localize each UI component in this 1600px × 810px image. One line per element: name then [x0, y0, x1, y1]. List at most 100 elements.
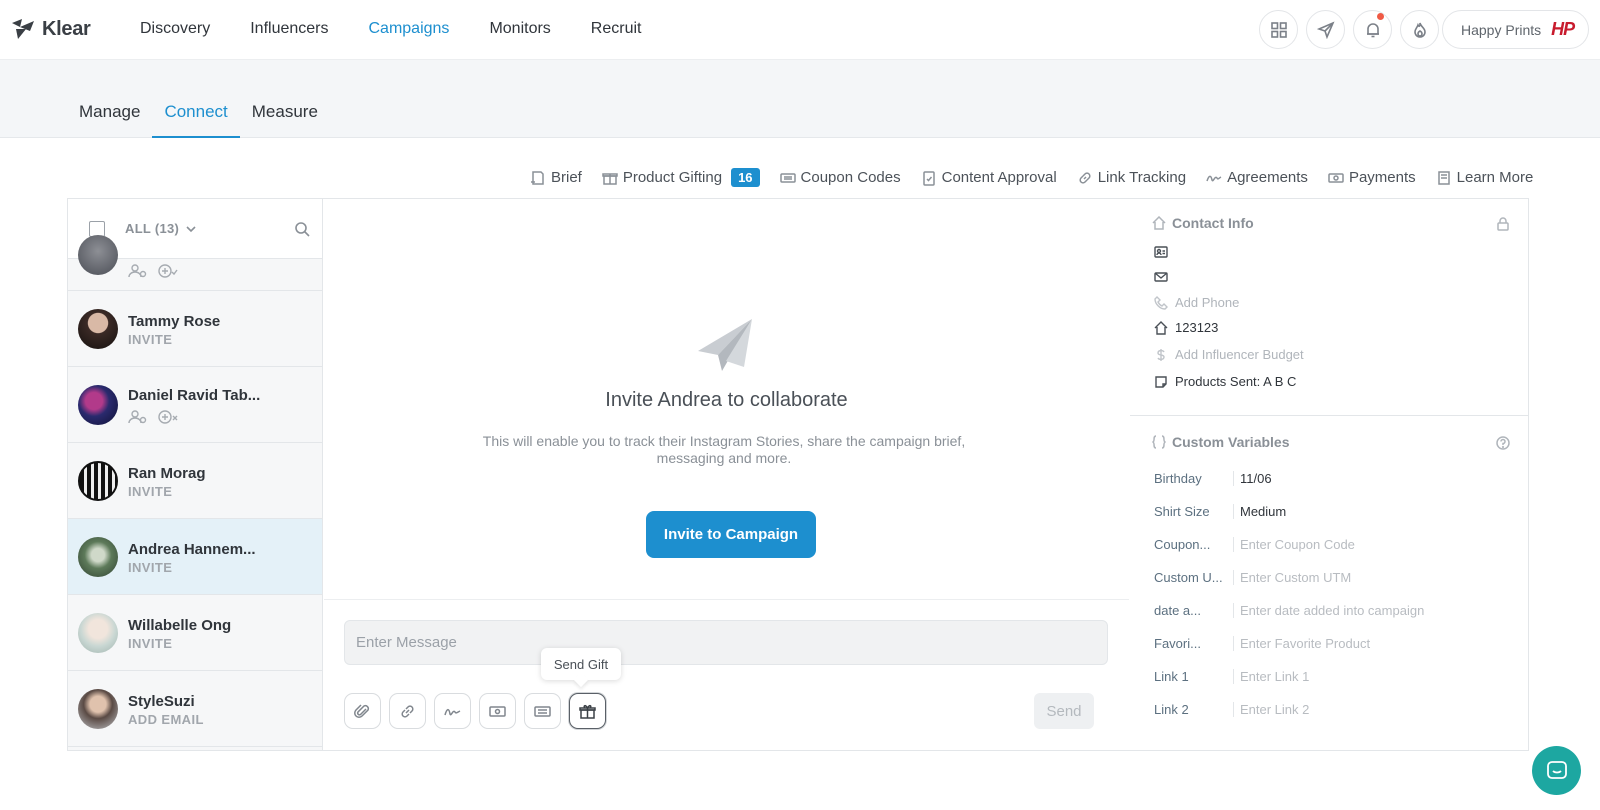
payments-link[interactable]: Payments [1328, 169, 1416, 186]
add-budget-label: Add Influencer Budget [1175, 347, 1304, 362]
dollar-icon [1157, 348, 1165, 361]
activity-button[interactable] [1400, 10, 1439, 49]
influencer-name: Willabelle Ong [128, 617, 232, 634]
learn-more-link[interactable]: Learn More [1436, 169, 1534, 186]
phone-icon [1154, 295, 1168, 310]
list-item[interactable]: StyleSuzi ADD EMAIL [68, 671, 322, 747]
contact-info-title: Contact Info [1172, 215, 1254, 231]
custom-var-placeholder: Enter Link 2 [1240, 702, 1310, 717]
list-item[interactable]: Tammy Rose INVITE [68, 291, 322, 367]
list-item[interactable]: Ran Morag INVITE [68, 443, 322, 519]
custom-variables-title: Custom Variables [1172, 434, 1290, 450]
book-icon [1437, 170, 1450, 185]
message-input[interactable] [344, 620, 1108, 665]
add-phone-label: Add Phone [1175, 295, 1240, 310]
klear-logo[interactable]: Klear [10, 17, 91, 41]
clipboard-check-icon [922, 170, 935, 186]
custom-var-row[interactable]: Coupon... Enter Coupon Code [1154, 537, 1514, 552]
apps-button[interactable] [1259, 10, 1298, 49]
nav-recruit[interactable]: Recruit [591, 20, 642, 38]
nav-influencers[interactable]: Influencers [250, 20, 328, 38]
learn-more-label: Learn More [1456, 169, 1534, 186]
invite-description: This will enable you to track their Inst… [482, 433, 966, 466]
insert-link-button[interactable] [389, 693, 426, 729]
signature-icon [1206, 175, 1222, 181]
custom-var-label: Link 1 [1154, 669, 1234, 684]
nav-discovery[interactable]: Discovery [140, 20, 210, 38]
send-button[interactable]: Send [1034, 693, 1094, 729]
address-row[interactable]: 123123 [1154, 320, 1218, 335]
filter-dropdown[interactable]: ALL (13) [125, 221, 179, 236]
coupon-button[interactable] [524, 693, 561, 729]
custom-var-value: Medium [1240, 504, 1287, 519]
influencer-status: INVITE [128, 636, 173, 651]
link-tracking-label: Link Tracking [1097, 169, 1187, 186]
notifications-button[interactable] [1353, 10, 1392, 49]
outreach-button[interactable] [1306, 10, 1345, 49]
link-tracking-link[interactable]: Link Tracking [1077, 169, 1186, 186]
influencer-list: ALL (13) Tammy Rose INVITE Daniel Ravid … [68, 199, 323, 750]
custom-var-label: Favori... [1154, 636, 1234, 651]
send-gift-button[interactable] [569, 693, 606, 729]
add-budget-row[interactable]: Add Influencer Budget [1154, 347, 1304, 362]
tab-measure[interactable]: Measure [240, 102, 330, 138]
custom-var-row[interactable]: Favori... Enter Favorite Product [1154, 636, 1514, 651]
custom-var-row[interactable]: Link 1 Enter Link 1 [1154, 669, 1514, 684]
custom-var-row[interactable]: Shirt Size Medium [1154, 504, 1514, 519]
custom-var-placeholder: Enter Favorite Product [1240, 636, 1371, 651]
custom-var-label: Custom U... [1154, 570, 1234, 585]
nav-monitors[interactable]: Monitors [489, 20, 550, 38]
invite-to-campaign-button[interactable]: Invite to Campaign [646, 511, 816, 558]
nav-campaigns[interactable]: Campaigns [369, 20, 450, 38]
list-item-selected[interactable]: Andrea Hannem... INVITE [68, 519, 322, 595]
products-sent-row[interactable]: Products Sent: A B C [1154, 374, 1296, 389]
campaign-tabs: Manage Connect Measure [67, 102, 330, 138]
status-icons [128, 263, 178, 279]
note-icon [1155, 375, 1167, 388]
lock-icon[interactable] [1496, 217, 1510, 231]
custom-var-label: Shirt Size [1154, 504, 1234, 519]
chevron-down-icon[interactable] [185, 223, 197, 235]
tab-manage[interactable]: Manage [67, 102, 152, 138]
product-gifting-link[interactable]: Product Gifting 16 [602, 168, 760, 187]
custom-var-row[interactable]: Custom U... Enter Custom UTM [1154, 570, 1514, 585]
add-phone-row[interactable]: Add Phone [1154, 295, 1239, 310]
payment-button[interactable] [479, 693, 516, 729]
agreement-button[interactable] [434, 693, 471, 729]
conversation-pane: Invite Andrea to collaborate This will e… [324, 199, 1129, 750]
brief-label: Brief [551, 169, 582, 186]
contact-id-row[interactable] [1154, 245, 1168, 259]
top-icon-group [1259, 10, 1439, 49]
list-item[interactable]: Daniel Ravid Tab... [68, 367, 322, 443]
account-switcher[interactable]: Happy Prints HP [1442, 10, 1589, 49]
help-icon[interactable] [1496, 436, 1510, 450]
list-item[interactable] [68, 235, 322, 291]
agreements-link[interactable]: Agreements [1206, 169, 1308, 186]
custom-var-row[interactable]: date a... Enter date added into campaign [1154, 603, 1514, 618]
product-gifting-label: Product Gifting [622, 169, 723, 186]
custom-var-row[interactable]: Link 2 Enter Link 2 [1154, 702, 1514, 717]
braces-icon [1152, 435, 1166, 449]
support-chat-button[interactable] [1532, 746, 1581, 795]
search-icon[interactable] [294, 221, 310, 237]
coupon-codes-link[interactable]: Coupon Codes [779, 169, 901, 186]
main-nav: Discovery Influencers Campaigns Monitors… [140, 20, 681, 38]
influencer-name: StyleSuzi [128, 693, 195, 710]
message-composer: Send Gift [324, 599, 1129, 750]
status-icons [128, 409, 178, 425]
custom-var-value: 11/06 [1240, 471, 1272, 486]
influencer-status: INVITE [128, 484, 173, 499]
content-approval-link[interactable]: Content Approval [921, 169, 1057, 186]
top-bar: Klear Discovery Influencers Campaigns Mo… [0, 0, 1600, 60]
list-item[interactable]: Willabelle Ong INVITE [68, 595, 322, 671]
tab-connect[interactable]: Connect [152, 102, 241, 138]
custom-var-row[interactable]: Birthday 11/06 [1154, 471, 1514, 486]
add-x-icon [158, 410, 178, 424]
attach-button[interactable] [344, 693, 381, 729]
money-icon [1328, 172, 1344, 183]
brief-link[interactable]: Brief [530, 169, 582, 186]
brand-name: Klear [42, 17, 91, 40]
bell-icon [1366, 22, 1379, 37]
contact-email-row[interactable] [1154, 270, 1168, 284]
gifting-count-badge: 16 [731, 168, 760, 187]
